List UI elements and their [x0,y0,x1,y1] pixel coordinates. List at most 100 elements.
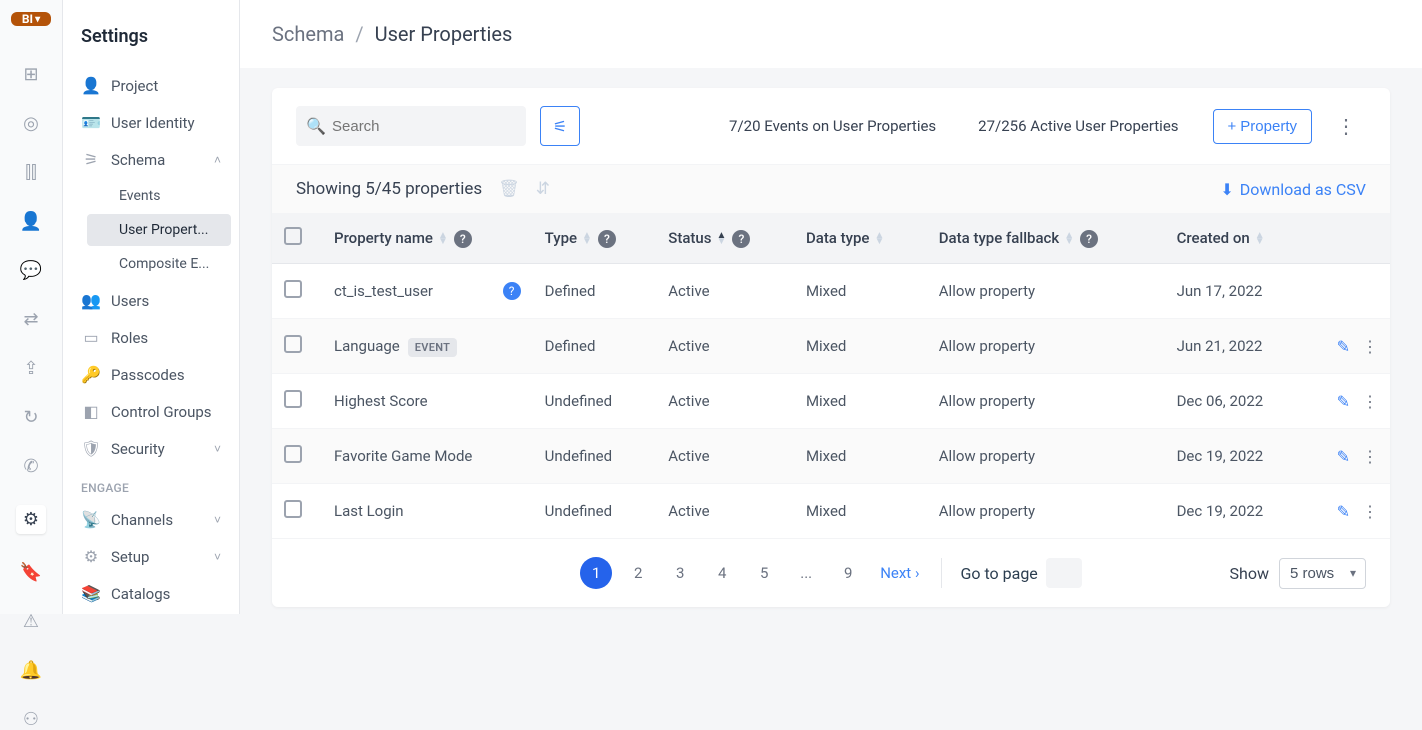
page-button[interactable]: 3 [664,557,696,589]
engage-section-label: ENGAGE [63,467,239,501]
sort-icon[interactable]: ▲▼ [717,233,727,245]
phone-icon[interactable]: ✆ [19,456,43,477]
col-property-name[interactable]: Property name [334,229,433,247]
status-cell: Active [656,429,794,484]
info-icon[interactable]: ? [503,282,521,300]
help-icon[interactable]: ? [454,230,472,248]
channels-icon: 📡 [81,510,101,529]
sort-icon[interactable]: ▲▼ [582,233,592,245]
edit-icon[interactable]: ✎ [1337,447,1350,466]
edit-icon[interactable]: ✎ [1337,337,1350,356]
columns-icon[interactable]: ⇵ [536,179,550,199]
show-label: Show [1230,564,1269,583]
row-checkbox[interactable] [284,335,302,353]
filter-button[interactable]: ⚟ [540,106,580,146]
property-name: Language [334,337,400,355]
roles-icon: ▭ [81,328,101,347]
bell-icon[interactable]: 🔔 [19,660,43,681]
chevron-down-icon: ▾ [35,14,40,25]
page-button[interactable]: ... [790,557,822,589]
sidebar-item-schema[interactable]: ⚞Schema˄ [63,141,239,178]
col-type[interactable]: Type [545,229,577,247]
col-created[interactable]: Created on [1177,229,1250,247]
sidebar-item-roles[interactable]: ▭Roles [63,319,239,356]
sub-item-events[interactable]: Events [87,180,231,212]
row-more-icon[interactable]: ⋮ [1362,337,1378,356]
org-icon[interactable]: ⚇ [19,709,43,730]
select-all-checkbox[interactable] [284,227,302,245]
row-more-icon[interactable]: ⋮ [1362,502,1378,521]
trash-icon[interactable]: 🗑 [498,179,520,199]
table-row: Favorite Game ModeUndefinedActiveMixedAl… [272,429,1390,484]
add-property-button[interactable]: +Property [1213,109,1312,144]
help-icon[interactable]: ? [598,230,616,248]
next-button[interactable]: Next › [880,564,919,582]
more-menu-button[interactable]: ⋮ [1326,110,1366,142]
sidebar-item-users[interactable]: 👥Users [63,282,239,319]
sidebar-item-security[interactable]: 🛡Security˅ [63,430,239,467]
page-button[interactable]: 4 [706,557,738,589]
row-more-icon[interactable]: ⋮ [1362,392,1378,411]
page-button[interactable]: 2 [622,557,654,589]
page-button[interactable]: 9 [832,557,864,589]
chat-icon[interactable]: 💬 [19,260,43,281]
edit-icon[interactable]: ✎ [1337,392,1350,411]
col-fallback[interactable]: Data type fallback [939,229,1059,247]
fallback-cell: Allow property [927,374,1165,429]
sidebar-item-setup[interactable]: ⚙Setup˅ [63,538,239,575]
export-icon[interactable]: ⇪ [19,358,43,379]
row-checkbox[interactable] [284,500,302,518]
bookmark-icon[interactable]: 🔖 [19,562,43,583]
target-icon[interactable]: ◎ [19,113,43,134]
download-icon: ⬇ [1220,180,1233,199]
refresh-icon[interactable]: ↻ [19,407,43,428]
sidebar-item-catalogs[interactable]: 📚Catalogs [63,575,239,612]
goto-page-input[interactable] [1046,558,1082,588]
sidebar-item-channels[interactable]: 📡Channels˅ [63,501,239,538]
chevron-down-icon: ˅ [214,550,221,564]
alert-icon[interactable]: ⚠ [19,611,43,632]
sidebar-item-project[interactable]: 👤Project [63,67,239,104]
row-checkbox[interactable] [284,445,302,463]
table-row: LanguageEVENTDefinedActiveMixedAllow pro… [272,319,1390,374]
page-button[interactable]: 5 [748,557,780,589]
dashboard-icon[interactable]: ⊞ [19,64,43,85]
sub-item-composite[interactable]: Composite E... [87,248,231,280]
col-status[interactable]: Status [668,229,711,247]
sidebar-item-user-identity[interactable]: 🪪User Identity [63,104,239,141]
col-data-type[interactable]: Data type [806,229,870,247]
sidebar-item-passcodes[interactable]: 🔑Passcodes [63,356,239,393]
page-button[interactable]: 1 [580,557,612,589]
row-checkbox[interactable] [284,280,302,298]
swap-icon[interactable]: ⇄ [19,309,43,330]
row-more-icon[interactable]: ⋮ [1362,447,1378,466]
edit-icon[interactable]: ✎ [1337,502,1350,521]
rows-select[interactable]: 5 rows [1279,558,1366,589]
sort-icon[interactable]: ▲▼ [1064,233,1074,245]
sidebar-item-label: Project [111,77,158,95]
sidebar-item-label: Control Groups [111,403,212,421]
search-input[interactable] [296,106,526,146]
table-row: Highest ScoreUndefinedActiveMixedAllow p… [272,374,1390,429]
sub-item-user-properties[interactable]: User Propert... [87,214,231,246]
created-cell: Dec 06, 2022 [1165,374,1310,429]
help-icon[interactable]: ? [1080,230,1098,248]
sidebar-item-label: Schema [111,151,165,169]
download-label: Download as CSV [1240,180,1366,199]
gear-icon[interactable]: ⚙ [16,505,46,534]
sort-icon[interactable]: ▲▼ [874,233,884,245]
type-cell: Defined [533,319,657,374]
catalogs-icon: 📚 [81,584,101,603]
sort-icon[interactable]: ▲▼ [1255,233,1265,245]
logo-button[interactable]: BI▾ [11,12,51,26]
sidebar-item-label: Setup [111,548,149,566]
download-csv-link[interactable]: ⬇ Download as CSV [1220,180,1366,199]
row-checkbox[interactable] [284,390,302,408]
sort-icon[interactable]: ▲▼ [438,233,448,245]
people-icon[interactable]: 👤 [19,211,43,232]
analytics-icon[interactable]: ⫿⫿ [19,162,43,183]
sidebar-item-control-groups[interactable]: ◧Control Groups [63,393,239,430]
breadcrumb: Schema / User Properties [240,0,1422,68]
breadcrumb-parent[interactable]: Schema [272,22,344,46]
help-icon[interactable]: ? [732,230,750,248]
